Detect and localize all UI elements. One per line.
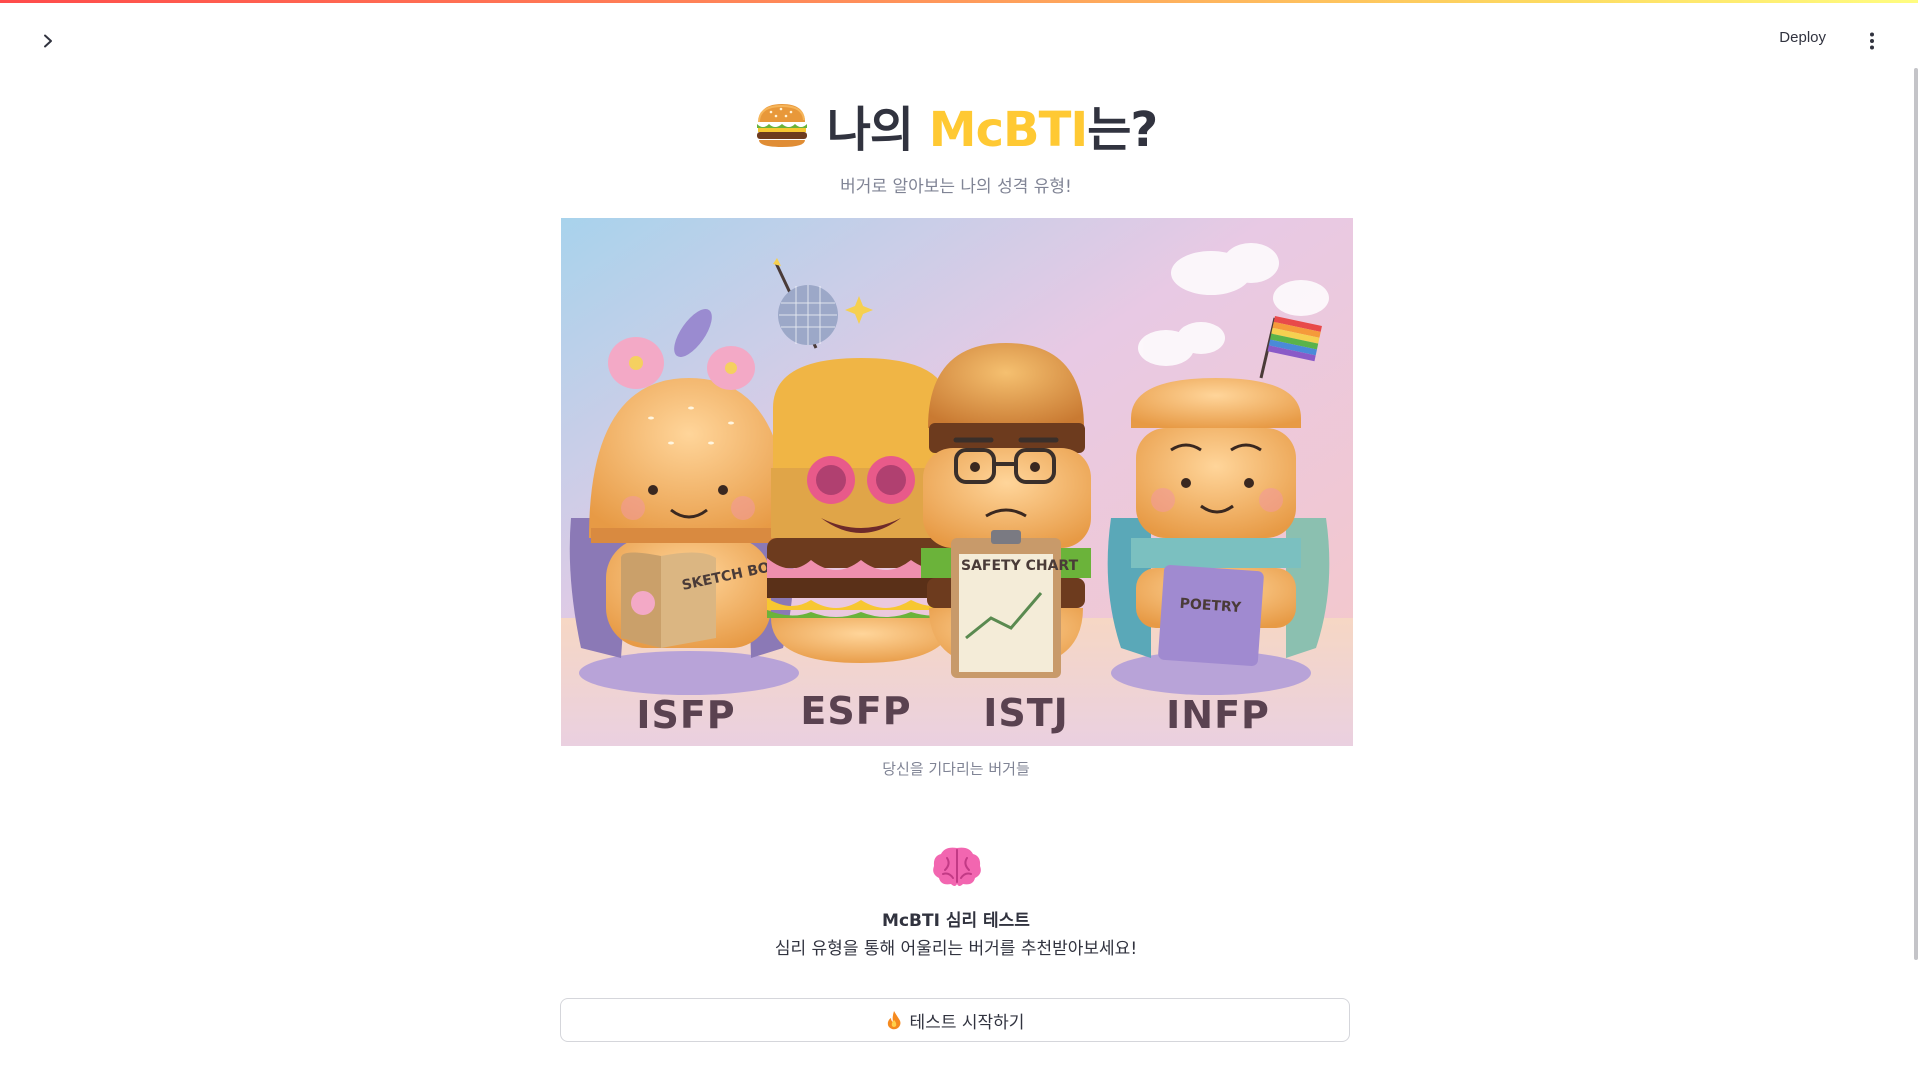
burger-characters-illustration: SKETCH BOOK SAFETY CHART POETRY ISFP ESF… [561, 218, 1353, 746]
start-test-button[interactable]: 테스트 시작하기 [560, 998, 1350, 1042]
burger-icon [756, 104, 807, 147]
sidebar-toggle-button[interactable] [32, 25, 64, 57]
page-title-text: 나의 McBTI는? [826, 90, 1158, 160]
app-header: Deploy [0, 3, 1918, 63]
type-label-esfp: ESFP [800, 689, 911, 733]
type-label-isfp: ISFP [636, 693, 735, 737]
deploy-button[interactable]: Deploy [1779, 29, 1826, 46]
title-suffix: 는? [1087, 102, 1158, 158]
page-scrollbar[interactable] [1914, 68, 1918, 960]
type-label-istj: ISTJ [983, 691, 1069, 735]
page-subtitle: 버거로 알아보는 나의 성격 유형! [840, 177, 1072, 197]
test-card-title: McBTI 심리 테스트 [882, 911, 1030, 931]
brain-icon [933, 847, 981, 886]
test-card-description: 심리 유형을 통해 어울리는 버거를 추천받아보세요! [774, 939, 1138, 959]
kebab-menu-icon [1870, 32, 1874, 50]
fire-icon [887, 1011, 901, 1030]
hero-caption: 당신을 기다리는 버거들 [882, 760, 1030, 778]
page-title: 나의 McBTI는? [560, 90, 1352, 160]
istj-chart-label: SAFETY CHART [961, 558, 1079, 574]
main-menu-button[interactable] [1858, 27, 1886, 55]
start-test-label: 테스트 시작하기 [909, 1012, 1025, 1033]
title-accent: McBTI [928, 102, 1088, 158]
hero-image: SKETCH BOOK SAFETY CHART POETRY ISFP ESF… [561, 218, 1353, 746]
type-label-infp: INFP [1166, 693, 1270, 737]
istj-burger: SAFETY CHART [921, 343, 1091, 678]
title-prefix: 나의 [826, 102, 929, 158]
chevron-right-icon [44, 34, 52, 48]
